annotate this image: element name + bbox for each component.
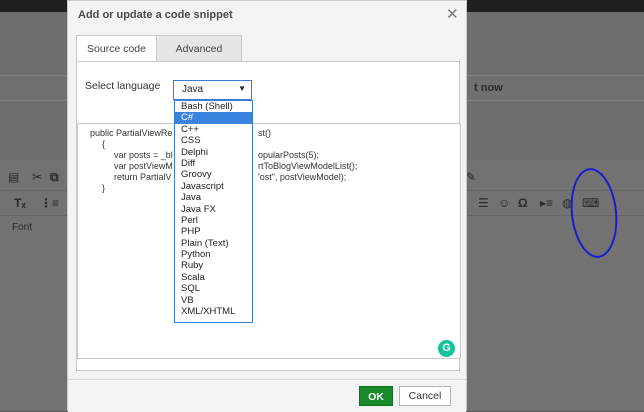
dropdown-arrow-icon: ▼ — [238, 84, 246, 93]
background-font-label: Font — [12, 222, 33, 233]
language-option-highlighted[interactable]: C# — [175, 112, 252, 124]
grammarly-icon[interactable]: G — [438, 340, 455, 357]
language-select[interactable]: Java ▼ — [173, 80, 252, 100]
language-option[interactable]: Perl — [175, 215, 252, 226]
tab-advanced[interactable]: Advanced — [156, 35, 242, 62]
language-select-value: Java — [182, 84, 204, 95]
language-option[interactable]: VB — [175, 295, 252, 306]
code-line-tail: 'ost", postViewModel); — [258, 172, 347, 182]
dialog-footer: OK Cancel — [68, 379, 466, 412]
code-line: var postViewM — [114, 161, 173, 171]
language-option[interactable]: Java FX — [175, 204, 252, 215]
cut-icon: ✂ — [32, 170, 43, 184]
code-line-tail: rtToBlogViewModelList(); — [258, 161, 358, 171]
code-line: var posts = _bl — [114, 150, 173, 160]
source-code-panel: Select language Java ▼ public PartialVie… — [76, 61, 461, 371]
tab-source-code[interactable]: Source code — [76, 35, 157, 62]
dialog-title: Add or update a code snippet — [78, 9, 233, 21]
language-option[interactable]: Delphi — [175, 147, 252, 158]
language-option[interactable]: XML/XHTML — [175, 306, 252, 317]
language-option[interactable]: Javascript — [175, 181, 252, 192]
close-icon[interactable]: ✕ — [446, 5, 459, 23]
language-option[interactable]: Ruby — [175, 260, 252, 271]
numbered-list-icon: ⋮≡ — [40, 196, 60, 210]
horizontal-rule-icon: ☰ — [478, 196, 489, 210]
language-option[interactable]: Python — [175, 249, 252, 260]
language-option[interactable]: Plain (Text) — [175, 238, 252, 249]
clear-format-icon: Tₓ — [14, 196, 26, 210]
language-option[interactable]: SQL — [175, 283, 252, 294]
background-title: t now — [474, 82, 503, 94]
language-option[interactable]: C++ — [175, 124, 252, 135]
code-line: } — [102, 183, 106, 193]
smiley-icon: ☺ — [498, 196, 511, 210]
language-option[interactable]: Groovy — [175, 169, 252, 180]
language-dropdown-list: Bash (Shell) C# C++ CSS Delphi Diff Groo… — [174, 100, 253, 323]
omega-icon: Ω — [518, 196, 528, 210]
copy-icon: ⧉ — [50, 170, 59, 184]
ok-button[interactable]: OK — [359, 386, 393, 406]
language-option[interactable]: Diff — [175, 158, 252, 169]
document-icon: ▤ — [8, 170, 20, 184]
language-option[interactable]: PHP — [175, 226, 252, 237]
code-line: return PartialV — [114, 172, 172, 182]
language-option[interactable]: Java — [175, 192, 252, 203]
cancel-button[interactable]: Cancel — [399, 386, 451, 406]
code-textarea[interactable]: public PartialViewRe { var posts = _bl v… — [77, 123, 461, 359]
code-line: { — [102, 139, 106, 149]
code-snippet-dialog: Add or update a code snippet ✕ Source co… — [67, 0, 467, 412]
language-option[interactable]: Scala — [175, 272, 252, 283]
language-option[interactable]: CSS — [175, 135, 252, 146]
language-option[interactable]: Bash (Shell) — [175, 101, 252, 112]
pen-icon: ✎ — [466, 170, 477, 184]
code-line-tail: st() — [258, 128, 271, 138]
indent-icon: ▸≡ — [540, 196, 554, 210]
code-line-tail: opularPosts(5); — [258, 150, 320, 160]
language-label: Select language — [85, 80, 161, 92]
code-line: public PartialViewRe — [90, 128, 173, 138]
